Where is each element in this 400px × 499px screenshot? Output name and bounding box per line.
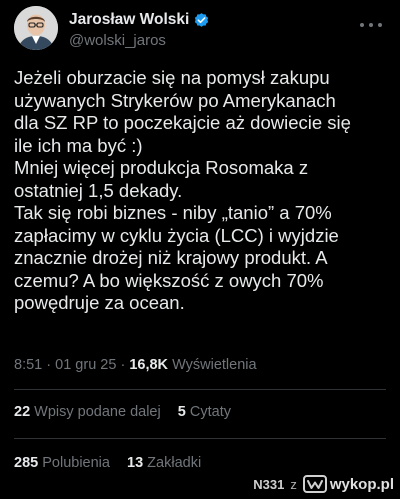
author-name[interactable]: Jarosław Wolski bbox=[69, 11, 189, 29]
bookmarks-link[interactable]: 13 Zakładki bbox=[127, 455, 201, 471]
reposts-label: Wpisy podane dalej bbox=[34, 404, 161, 420]
views-label: Wyświetlenia bbox=[172, 357, 257, 373]
likes-label: Polubienia bbox=[42, 455, 110, 471]
wykop-logo-icon bbox=[302, 475, 327, 493]
watermark-footer: N331 z wykop.pl bbox=[253, 472, 394, 496]
bookmarks-count: 13 bbox=[127, 455, 144, 471]
quotes-count: 5 bbox=[177, 404, 186, 420]
avatar[interactable] bbox=[14, 6, 58, 50]
watermark-user: N331 bbox=[253, 476, 285, 492]
reposts-count: 22 bbox=[14, 404, 31, 420]
stats-row-reposts: 22 Wpisy podane dalej 5 Cytaty bbox=[14, 404, 244, 420]
meta-separator: · bbox=[46, 357, 52, 373]
tweet-date[interactable]: 01 gru 25 bbox=[55, 357, 116, 373]
stats-row-likes: 285 Polubienia 13 Zakładki bbox=[14, 455, 214, 471]
meta-separator: · bbox=[120, 357, 126, 373]
bookmarks-label: Zakładki bbox=[147, 455, 202, 471]
quotes-link[interactable]: 5 Cytaty bbox=[178, 404, 231, 420]
tweet-screenshot: Jarosław Wolski @wolski_jaros Jeżeli obu… bbox=[0, 0, 400, 499]
watermark-brand: wykop.pl bbox=[329, 475, 394, 493]
tweet-text: Jeżeli oburzacie się na pomysł zakupu uż… bbox=[14, 67, 351, 313]
tweet-time[interactable]: 8:51 bbox=[14, 357, 42, 373]
tweet-header: Jarosław Wolski @wolski_jaros bbox=[14, 6, 388, 56]
likes-link[interactable]: 285 Polubienia bbox=[14, 455, 114, 471]
author-name-row: Jarosław Wolski bbox=[69, 11, 210, 29]
likes-count: 285 bbox=[14, 455, 39, 471]
tweet-meta: 8:51 · 01 gru 25 · 16,8K Wyświetlenia bbox=[14, 357, 257, 373]
more-options-icon[interactable] bbox=[360, 18, 382, 32]
author-identity: Jarosław Wolski @wolski_jaros bbox=[69, 11, 210, 49]
divider bbox=[14, 438, 386, 439]
avatar-image bbox=[14, 6, 58, 50]
views-count: 16,8K bbox=[129, 357, 169, 373]
divider bbox=[14, 389, 386, 390]
watermark-connector: z bbox=[290, 476, 297, 492]
reposts-link[interactable]: 22 Wpisy podane dalej bbox=[14, 404, 165, 420]
quotes-label: Cytaty bbox=[189, 404, 231, 420]
verified-badge-icon bbox=[193, 12, 210, 29]
author-handle[interactable]: @wolski_jaros bbox=[69, 32, 210, 49]
